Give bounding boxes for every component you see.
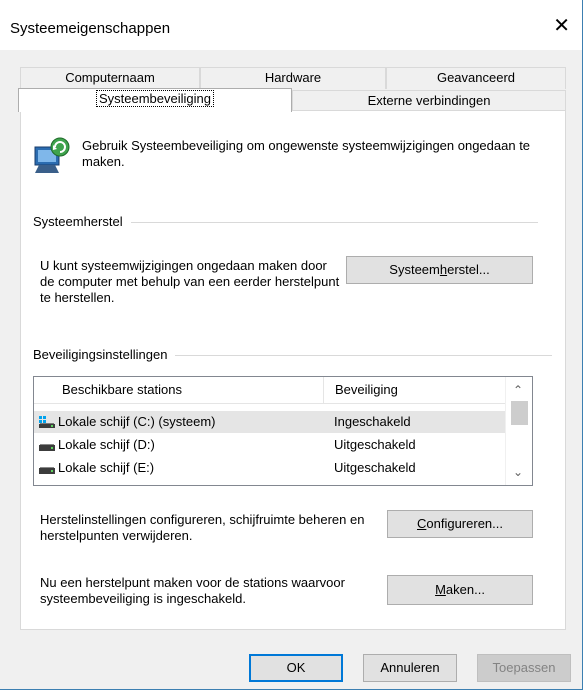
vertical-scrollbar[interactable]: ⌃ ⌄ [505, 377, 532, 485]
list-header: Beschikbare stations Beveiliging [34, 377, 506, 404]
button-label: Systeem [389, 262, 440, 277]
configure-button[interactable]: Configureren... [387, 510, 533, 538]
create-description: Nu een herstelpunt maken voor de station… [40, 575, 345, 606]
system-drive-icon [39, 416, 55, 428]
accelerator-key: C [417, 516, 427, 531]
drive-name: Lokale schijf (C:) (systeem) [58, 414, 216, 429]
table-row[interactable]: Lokale schijf (C:) (systeem) Ingeschakel… [34, 411, 506, 433]
system-properties-dialog: Systeemeigenschappen ✕ Computernaam Hard… [0, 0, 583, 690]
drive-icon [39, 467, 55, 474]
table-row[interactable]: Lokale schijf (E:) Uitgeschakeld [34, 457, 506, 479]
window-title: Systeemeigenschappen [10, 20, 171, 37]
tab-panel [20, 110, 566, 630]
drive-name: Lokale schijf (D:) [58, 437, 155, 452]
title-bar: Systeemeigenschappen ✕ [0, 0, 582, 50]
tab-geavanceerd[interactable]: Geavanceerd [386, 67, 566, 89]
cancel-button[interactable]: Annuleren [363, 654, 457, 682]
button-label: erstel... [447, 262, 490, 277]
column-header-protection[interactable]: Beveiliging [335, 382, 398, 397]
column-label: Beschikbare stations [62, 382, 182, 397]
tab-label: Computernaam [65, 70, 155, 85]
tab-label: Hardware [264, 70, 322, 85]
apply-button[interactable]: Toepassen [477, 654, 571, 682]
scroll-down-icon[interactable]: ⌄ [513, 465, 523, 479]
table-row[interactable]: Lokale schijf (D:) Uitgeschakeld [34, 434, 506, 456]
create-button[interactable]: Maken... [387, 575, 533, 605]
tab-externe-verbindingen[interactable]: Externe verbindingen [292, 90, 566, 112]
drive-icon [39, 444, 55, 451]
button-label: aken... [445, 582, 485, 597]
column-header-stations[interactable]: Beschikbare stations [34, 377, 324, 403]
drive-name: Lokale schijf (E:) [58, 460, 155, 475]
accelerator-key: M [435, 582, 446, 597]
accelerator-key: h [439, 262, 448, 277]
ok-button[interactable]: OK [249, 654, 343, 682]
tab-label: Geavanceerd [436, 70, 516, 85]
scroll-thumb[interactable] [511, 401, 528, 425]
restore-group-title: Systeemherstel [33, 214, 131, 229]
tab-label: Systeembeveiliging [95, 90, 215, 107]
tab-computernaam[interactable]: Computernaam [20, 67, 200, 89]
tab-systeembeveiliging[interactable]: Systeembeveiliging [18, 88, 292, 112]
button-label: onfigureren... [426, 516, 503, 531]
drive-status: Uitgeschakeld [334, 437, 416, 452]
scroll-up-icon[interactable]: ⌃ [513, 383, 523, 397]
tab-label: Externe verbindingen [367, 93, 491, 108]
intro-text: Gebruik Systeembeveiliging om ongewenste… [82, 138, 531, 169]
drives-list[interactable]: Beschikbare stations Beveiliging Lokale … [33, 376, 533, 486]
configure-description: Herstelinstellingen configureren, schijf… [40, 512, 365, 543]
system-protection-icon [34, 137, 70, 173]
tab-hardware[interactable]: Hardware [200, 67, 386, 89]
close-icon[interactable]: ✕ [553, 16, 570, 36]
drive-status: Uitgeschakeld [334, 460, 416, 475]
system-restore-button[interactable]: Systeemherstel... [346, 256, 533, 284]
restore-description: U kunt systeemwijzigingen ongedaan maken… [40, 258, 340, 305]
protection-group-title: Beveiligingsinstellingen [33, 347, 176, 362]
drive-status: Ingeschakeld [334, 414, 411, 429]
